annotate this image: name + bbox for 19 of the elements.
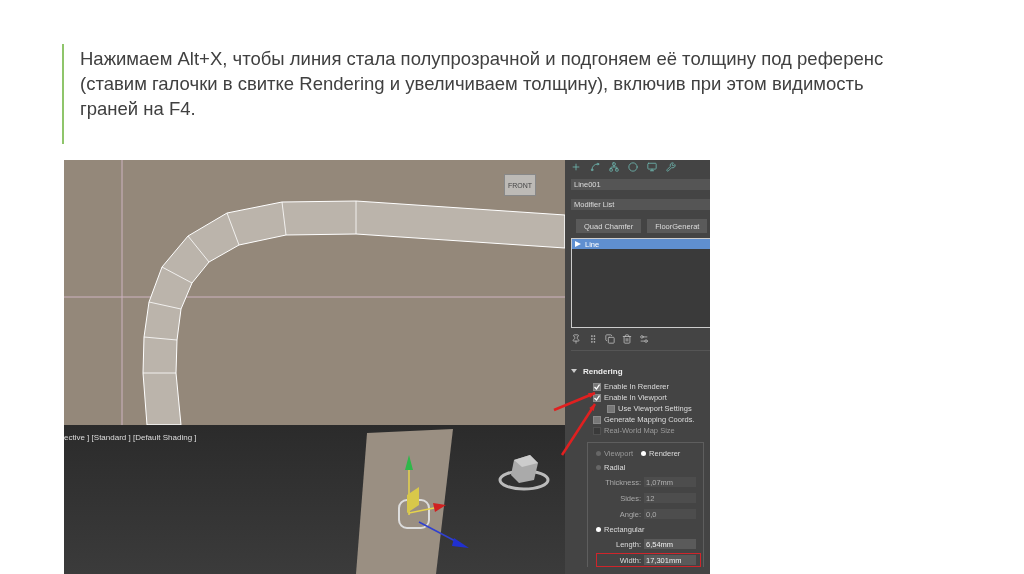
- curve-icon[interactable]: [590, 162, 600, 172]
- viewcube-drawing[interactable]: [498, 455, 550, 491]
- circle-icon[interactable]: [628, 162, 638, 172]
- monitor-icon[interactable]: [647, 162, 657, 172]
- slide-paragraph: Нажимаем Alt+X, чтобы линия стала полупрозрачной и подгоняем её толщину под референс (ставим галочки в свитке Rendering и увеличиваем толщину), включив при этом видимость граней на F4.: [80, 47, 885, 121]
- checkbox[interactable]: [593, 382, 601, 391]
- collapse-icon[interactable]: [571, 368, 577, 374]
- hierarchy-icon[interactable]: [609, 162, 619, 172]
- trash-icon[interactable]: [622, 334, 632, 344]
- pin-icon[interactable]: [571, 334, 581, 344]
- wrench-icon[interactable]: [666, 162, 676, 172]
- rollout-header[interactable]: Rendering: [571, 365, 710, 377]
- expand-icon[interactable]: [575, 241, 581, 247]
- copy-icon[interactable]: [605, 334, 615, 344]
- checkbox[interactable]: [593, 415, 601, 424]
- checkbox[interactable]: [607, 404, 615, 413]
- plus-icon[interactable]: [571, 162, 581, 172]
- checkbox[interactable]: [593, 393, 601, 402]
- viewport-label[interactable]: ective ] [Standard ] [Default Shading ]: [64, 433, 197, 442]
